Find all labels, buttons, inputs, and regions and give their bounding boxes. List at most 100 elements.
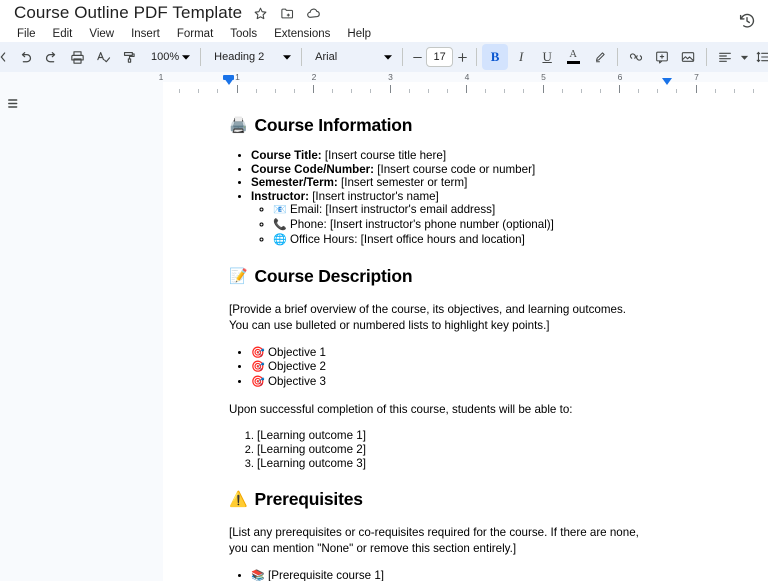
memo-icon: 📝 bbox=[229, 268, 248, 286]
list-item[interactable]: Semester/Term: [Insert semester or term] bbox=[251, 176, 669, 190]
list-item[interactable]: 📧Email: [Insert instructor's email addre… bbox=[273, 203, 669, 218]
version-history-icon[interactable] bbox=[732, 6, 762, 36]
ruler-number: 5 bbox=[541, 72, 546, 82]
phone-text: Phone: [Insert instructor's phone number… bbox=[290, 217, 554, 231]
objectives-list: 🎯Objective 1 🎯Objective 2 🎯Objective 3 bbox=[229, 346, 669, 390]
prerequisites-intro[interactable]: [List any prerequisites or co-requisites… bbox=[229, 525, 647, 557]
instructor-contact-list: 📧Email: [Insert instructor's email addre… bbox=[251, 203, 669, 247]
title-left-group: Course Outline PDF Template File Edit Vi… bbox=[14, 2, 373, 43]
chevron-down-icon bbox=[179, 52, 193, 62]
menus-overflow-icon[interactable] bbox=[0, 44, 12, 70]
cloud-saved-icon[interactable] bbox=[305, 4, 323, 22]
zoom-selector[interactable]: 100% bbox=[146, 44, 195, 70]
list-item[interactable]: Instructor: [Insert instructor's name] 📧… bbox=[251, 190, 669, 247]
print-button[interactable] bbox=[64, 44, 90, 70]
ruler-number: 7 bbox=[694, 72, 699, 82]
prerequisite-text: [Prerequisite course 1] bbox=[268, 568, 384, 581]
bold-button[interactable]: B bbox=[482, 44, 509, 70]
heading-prerequisites: ⚠️ Prerequisites bbox=[229, 488, 669, 511]
document-page-column: 11234567 🖨️ Course Information • Course … bbox=[159, 72, 768, 581]
document-outline-toggle-icon[interactable] bbox=[0, 89, 28, 117]
left-indent-marker[interactable] bbox=[223, 74, 235, 87]
decrease-font-size-button[interactable] bbox=[408, 44, 426, 70]
list-item[interactable]: [Learning outcome 3] bbox=[257, 457, 669, 471]
phone-icon: 📞 bbox=[273, 218, 287, 231]
spellcheck-button[interactable] bbox=[90, 44, 116, 70]
menu-view[interactable]: View bbox=[87, 25, 116, 43]
font-family-value: Arial bbox=[315, 51, 338, 63]
chevron-down-icon bbox=[381, 52, 395, 62]
list-item[interactable]: 📞Phone: [Insert instructor's phone numbe… bbox=[273, 218, 669, 233]
right-indent-marker[interactable] bbox=[662, 78, 674, 87]
redo-button[interactable] bbox=[38, 44, 64, 70]
document-outline-rail bbox=[0, 72, 163, 581]
list-item[interactable]: [Learning outcome 1] bbox=[257, 429, 669, 443]
ruler-ticks: 1 1 2 3 4 5 6 7 bbox=[159, 72, 768, 93]
font-family-selector[interactable]: Arial bbox=[307, 44, 397, 70]
insert-link-icon[interactable] bbox=[623, 44, 649, 70]
insert-image-icon[interactable] bbox=[675, 44, 701, 70]
course-description-intro[interactable]: [Provide a brief overview of the course,… bbox=[229, 302, 647, 334]
list-item[interactable]: Course Code/Number: [Insert course code … bbox=[251, 163, 669, 177]
underline-label: U bbox=[542, 49, 552, 64]
paragraph-style-value: Heading 2 bbox=[214, 51, 265, 63]
chevron-down-icon[interactable] bbox=[738, 44, 750, 70]
list-item[interactable]: [Learning outcome 2] bbox=[257, 443, 669, 457]
ruler-number: 1 bbox=[235, 72, 240, 82]
menu-extensions[interactable]: Extensions bbox=[272, 25, 332, 43]
menu-file[interactable]: File bbox=[15, 25, 38, 43]
increase-font-size-button[interactable] bbox=[453, 44, 471, 70]
document-title[interactable]: Course Outline PDF Template bbox=[14, 2, 242, 24]
highlight-color-icon[interactable] bbox=[586, 44, 612, 70]
course-title-value: [Insert course title here] bbox=[324, 149, 447, 162]
list-item[interactable]: 🎯Objective 2 bbox=[251, 360, 669, 375]
menu-edit[interactable]: Edit bbox=[51, 25, 75, 43]
prerequisites-list: 📚[Prerequisite course 1] 📚[Prerequisite … bbox=[229, 569, 669, 581]
ruler-number: 3 bbox=[388, 72, 393, 82]
objective-text: Objective 3 bbox=[268, 374, 326, 388]
list-item[interactable]: Course Title: [Insert course title here] bbox=[251, 149, 669, 163]
text-color-button[interactable]: A bbox=[560, 44, 586, 70]
align-button[interactable] bbox=[712, 44, 738, 70]
email-text: Email: [Insert instructor's email addres… bbox=[290, 203, 496, 217]
chevron-down-icon bbox=[280, 52, 294, 62]
document-page[interactable]: 🖨️ Course Information Course Title: [Ins… bbox=[163, 93, 768, 581]
learning-outcomes-intro[interactable]: Upon successful completion of this cours… bbox=[229, 402, 647, 418]
underline-button[interactable]: U bbox=[534, 44, 560, 70]
paragraph-style-selector[interactable]: Heading 2 bbox=[206, 44, 296, 70]
semester-label: Semester/Term: bbox=[251, 176, 338, 190]
list-item[interactable]: 📚[Prerequisite course 1] bbox=[251, 569, 669, 581]
learning-outcomes-list: [Learning outcome 1] [Learning outcome 2… bbox=[229, 429, 669, 470]
paint-format-button[interactable] bbox=[116, 44, 142, 70]
menu-help[interactable]: Help bbox=[345, 25, 373, 43]
menu-insert[interactable]: Insert bbox=[129, 25, 162, 43]
horizontal-ruler[interactable]: 1 1 2 3 4 5 6 7 bbox=[159, 72, 768, 93]
google-docs-window: Course Outline PDF Template File Edit Vi… bbox=[0, 0, 768, 581]
font-size-input[interactable]: 17 bbox=[426, 47, 454, 67]
menu-tools[interactable]: Tools bbox=[228, 25, 259, 43]
course-title-label: Course Title: bbox=[251, 149, 322, 162]
instructor-label: Instructor: bbox=[251, 189, 309, 203]
title-bar-right-group bbox=[732, 6, 762, 36]
bold-label: B bbox=[490, 49, 500, 64]
list-item[interactable]: 🎯Objective 1 bbox=[251, 346, 669, 361]
line-spacing-icon[interactable] bbox=[750, 44, 768, 70]
course-information-list: Course Title: [Insert course title here]… bbox=[229, 149, 669, 247]
italic-button[interactable]: I bbox=[508, 44, 534, 70]
list-item[interactable]: 🎯Objective 3 bbox=[251, 375, 669, 390]
heading-text: Course Description bbox=[254, 266, 413, 287]
add-comment-icon[interactable] bbox=[649, 44, 675, 70]
semester-value: [Insert semester or term] bbox=[341, 176, 468, 190]
toolbar-divider bbox=[706, 48, 708, 66]
editor-workspace: 11234567 🖨️ Course Information • Course … bbox=[0, 72, 768, 581]
course-code-label: Course Code/Number: bbox=[251, 162, 375, 176]
warning-icon: ⚠️ bbox=[229, 491, 248, 509]
star-icon[interactable] bbox=[251, 4, 269, 22]
menu-format[interactable]: Format bbox=[175, 25, 215, 43]
undo-button[interactable] bbox=[12, 44, 38, 70]
move-to-folder-icon[interactable] bbox=[278, 4, 296, 22]
document-body[interactable]: 🖨️ Course Information Course Title: [Ins… bbox=[229, 114, 669, 581]
printer-icon: 🖨️ bbox=[229, 117, 248, 134]
email-icon: 📧 bbox=[273, 204, 287, 217]
list-item[interactable]: 🌐Office Hours: [Insert office hours and … bbox=[273, 233, 669, 248]
